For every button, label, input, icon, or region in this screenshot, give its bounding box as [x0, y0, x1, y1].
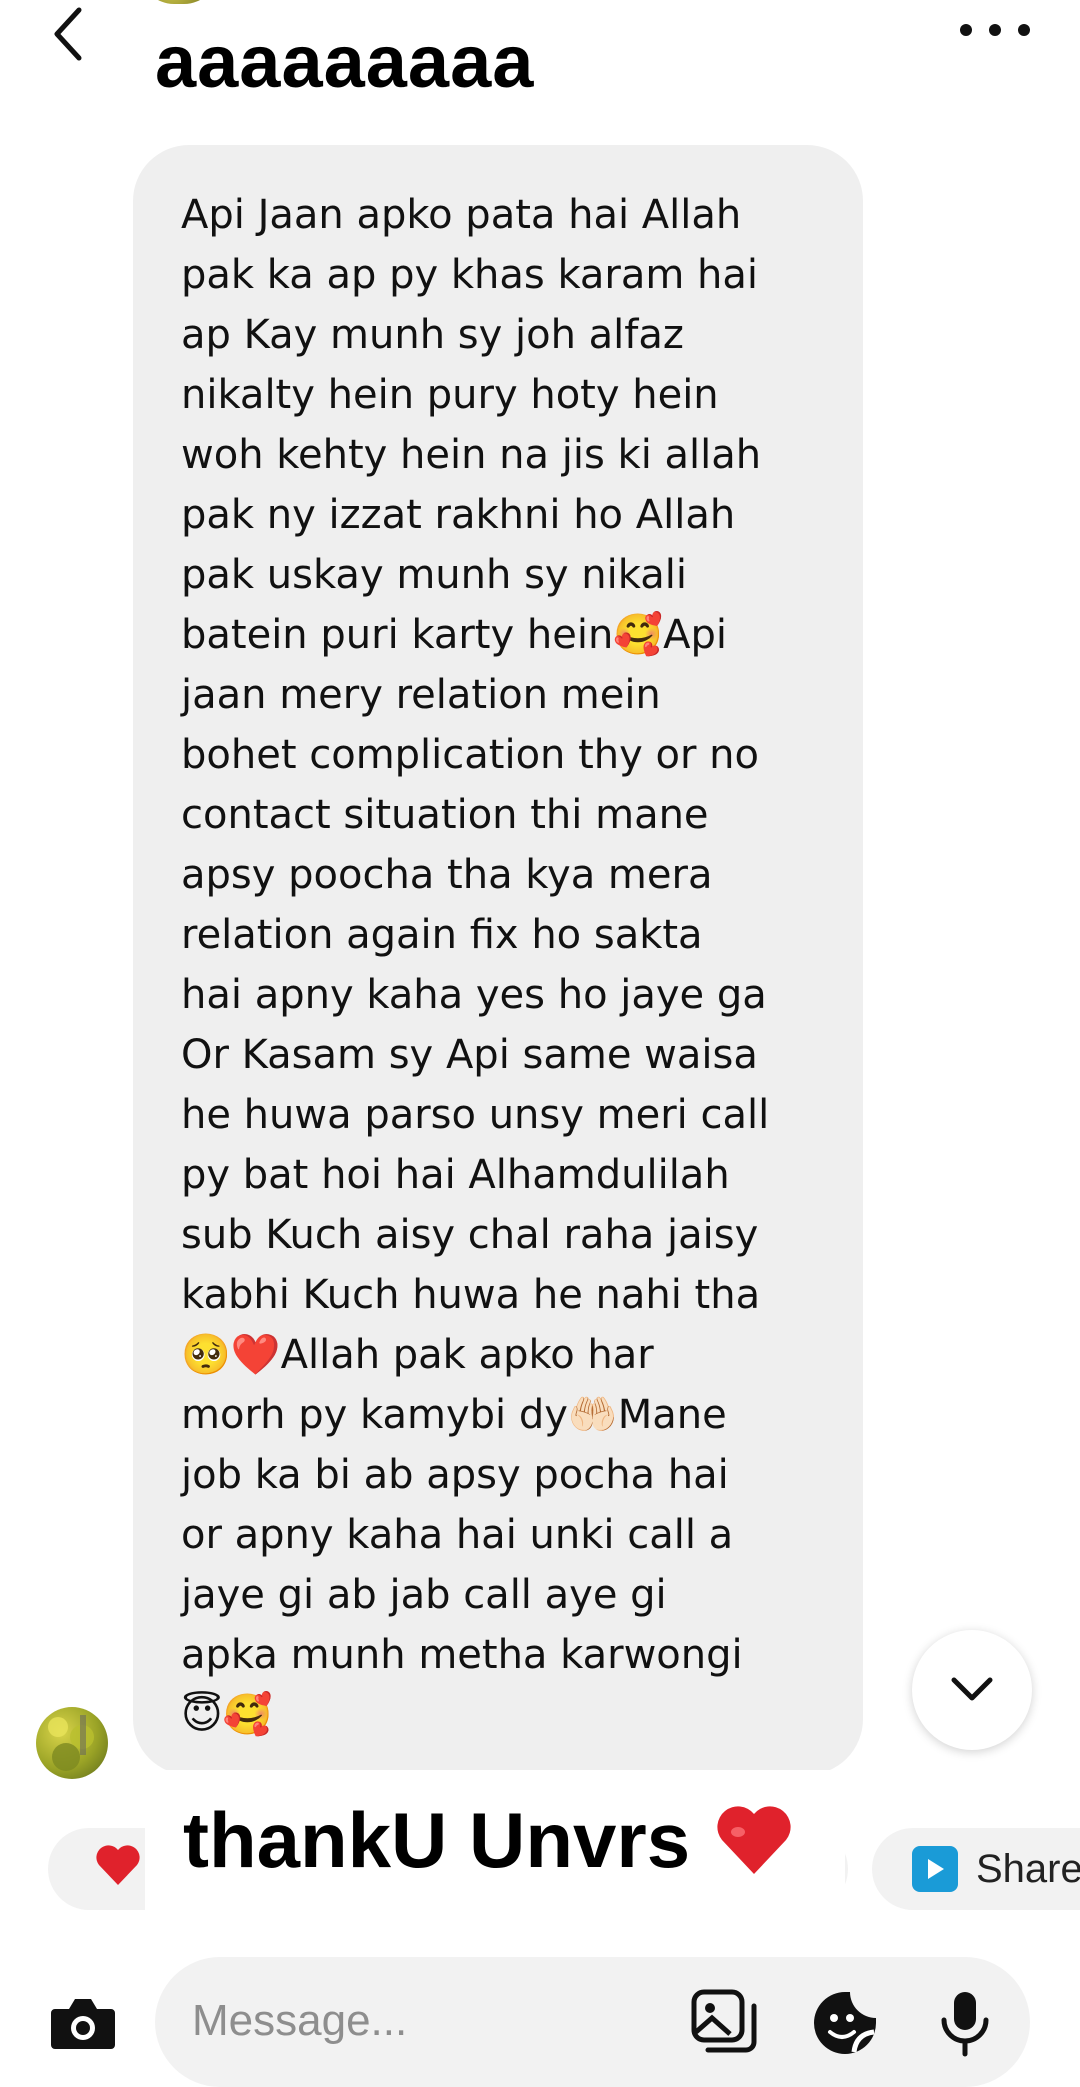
- gallery-icon: [691, 1989, 757, 2053]
- message-bubble[interactable]: Api Jaan apko pata hai Allah pak ka ap p…: [133, 145, 863, 1775]
- caption-text: thankU Unvrs: [183, 1795, 691, 1884]
- caption-overlay: thankU Unvrs: [145, 1770, 845, 1910]
- camera-icon: [51, 1999, 115, 2049]
- mic-icon: [941, 1992, 989, 2057]
- sticker-icon: [814, 1992, 876, 2054]
- mic-button[interactable]: [930, 1988, 1000, 2058]
- back-button[interactable]: [38, 4, 98, 64]
- share-icon: [912, 1846, 958, 1892]
- back-icon: [54, 7, 82, 61]
- chevron-down-icon: [951, 1677, 993, 1701]
- camera-button[interactable]: [45, 1985, 121, 2061]
- gallery-button[interactable]: [690, 1988, 760, 2058]
- more-icon: [960, 24, 972, 36]
- share-button[interactable]: Share: [872, 1828, 1080, 1910]
- header-avatar[interactable]: [140, 0, 218, 4]
- page-title[interactable]: aaaaaaaaa: [155, 22, 534, 102]
- scroll-down-button[interactable]: [912, 1630, 1032, 1750]
- message-text: Api Jaan apko pata hai Allah pak ka ap p…: [181, 192, 770, 1738]
- heart-icon: [96, 1845, 140, 1885]
- share-label: Share: [976, 1846, 1080, 1891]
- message-input[interactable]: [190, 1985, 654, 2057]
- avatar-image: [48, 1715, 94, 1771]
- more-button[interactable]: [960, 10, 1030, 50]
- sender-avatar[interactable]: [36, 1707, 108, 1779]
- sticker-button[interactable]: [810, 1988, 880, 2058]
- heart-icon: [717, 1806, 791, 1874]
